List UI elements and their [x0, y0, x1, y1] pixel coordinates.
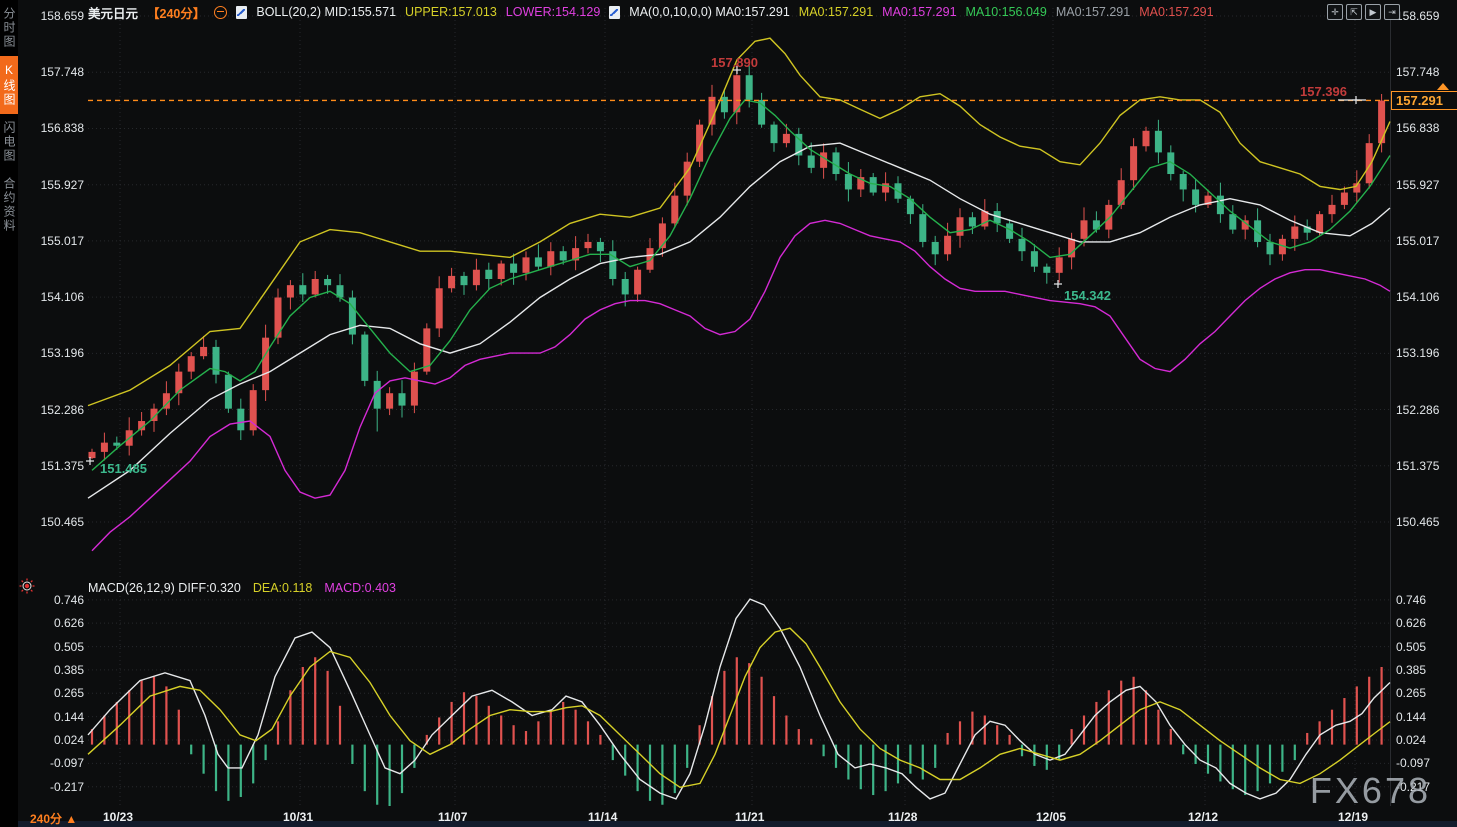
indicator-value-label: MA(0,0,10,0,0) MA0:157.291 [629, 5, 790, 19]
watermark: FX678 [1310, 770, 1431, 812]
price-axis-label: 154.106 [1396, 290, 1439, 304]
macd-axis-label: 0.746 [1396, 593, 1426, 607]
price-annotation: 151.485 [100, 461, 147, 476]
indicator-toolbar: 美元日元【240分】 BOLL(20,2) MID:155.571 UPPER:15… [88, 3, 1214, 21]
chart-application: 分时图K线图闪电图合约资料 美元日元【240分】 BOLL(20,2) MID:1… [0, 0, 1457, 827]
price-axis-label: 150.465 [26, 515, 84, 529]
latest-price-arrow-icon[interactable] [1437, 83, 1449, 90]
price-axis-label: 156.838 [1396, 121, 1439, 135]
indicator-value-label: BOLL(20,2) MID:155.571 [256, 5, 396, 19]
price-axis-label: 155.927 [1396, 178, 1439, 192]
macd-axis-label: 0.505 [26, 640, 84, 654]
interval-selector[interactable]: 240分 ▲ [30, 810, 77, 827]
boll-lower-line [92, 220, 1390, 550]
macd-axis-label: 0.626 [26, 616, 84, 630]
macd-histogram [92, 657, 1382, 808]
indicator-value-label: LOWER:154.129 [506, 5, 601, 19]
macd-axis-label: 0.746 [26, 593, 84, 607]
ma10-line [92, 100, 1390, 471]
ma-indicator-icon[interactable] [609, 6, 620, 19]
price-axis-label: 157.748 [26, 65, 84, 79]
macd-axis-label: 0.265 [26, 686, 84, 700]
price-annotation: 157.890 [711, 55, 758, 70]
price-axis-label: 151.375 [26, 459, 84, 473]
price-axis-label: 153.196 [26, 346, 84, 360]
macd-axis-label: 0.265 [1396, 686, 1426, 700]
macd-axis-label: -0.097 [26, 756, 84, 770]
macd-axis-label: 0.144 [26, 710, 84, 724]
price-axis-label: 154.106 [26, 290, 84, 304]
chart-play-icon[interactable]: ▶ [1365, 4, 1381, 20]
price-axis-label: 151.375 [1396, 459, 1439, 473]
indicator-value-label: MA0:157.291 [799, 5, 873, 19]
macd-axis-label: 0.385 [26, 663, 84, 677]
sidebar-item-1[interactable]: 分时图 [0, 0, 18, 56]
indicator-value-label: 美元日元 [88, 3, 138, 22]
price-axis-label: 155.927 [26, 178, 84, 192]
minus-circle-icon[interactable] [214, 6, 227, 19]
indicator-value-label: 【240分】 [147, 3, 205, 22]
chart-canvas[interactable] [0, 0, 1457, 827]
macd-toolbar: MACD(26,12,9) DIFF:0.320 DEA:0.118 MACD:0.… [88, 581, 396, 595]
price-axis-label: 153.196 [1396, 346, 1439, 360]
sidebar-item-4[interactable]: 合约资料 [0, 170, 18, 240]
indicator-value-label: MA0:157.291 [1139, 5, 1213, 19]
sidebar-item-2[interactable]: K线图 [0, 56, 18, 114]
indicator-value-label: MA10:156.049 [966, 5, 1047, 19]
chart-tools: ✛⇱▶⇥ [1327, 4, 1400, 20]
price-axis-label: 155.017 [26, 234, 84, 248]
candles-series [89, 63, 1386, 460]
macd-axis-label: 0.024 [1396, 733, 1426, 747]
price-axis-label: 156.838 [26, 121, 84, 135]
macd-axis-label: 0.626 [1396, 616, 1426, 630]
macd-value-label: MACD(26,12,9) DIFF:0.320 [88, 581, 241, 595]
macd-value-label: DEA:0.118 [253, 581, 313, 595]
bottom-divider [0, 821, 1457, 827]
price-axis-label: 150.465 [1396, 515, 1439, 529]
price-axis-label: 158.659 [26, 9, 84, 23]
price-axis-label: 158.659 [1396, 9, 1439, 23]
indicator-value-label: MA0:157.291 [1056, 5, 1130, 19]
sidebar-item-3[interactable]: 闪电图 [0, 114, 18, 170]
macd-axis-label: 0.505 [1396, 640, 1426, 654]
chart-scale-icon[interactable]: ⇱ [1346, 4, 1362, 20]
macd-axis-label: 0.024 [26, 733, 84, 747]
macd-axis-label: -0.097 [1396, 756, 1430, 770]
price-axis-label: 152.286 [1396, 403, 1439, 417]
price-axis-label: 152.286 [26, 403, 84, 417]
macd-axis-label: -0.217 [26, 780, 84, 794]
boll-indicator-icon[interactable] [236, 6, 247, 19]
macd-value-label: MACD:0.403 [324, 581, 396, 595]
price-annotation: 154.342 [1064, 288, 1111, 303]
price-axis-label: 157.748 [1396, 65, 1439, 79]
price-annotation: 157.396 [1300, 84, 1347, 99]
chart-type-sidebar: 分时图K线图闪电图合约资料 [0, 0, 18, 827]
macd-axis-label: 0.144 [1396, 710, 1426, 724]
current-price-box[interactable]: 157.291 [1391, 91, 1457, 110]
exit-right-icon[interactable]: ⇥ [1384, 4, 1400, 20]
grid-layout-icon[interactable]: ✛ [1327, 4, 1343, 20]
price-axis-label: 155.017 [1396, 234, 1439, 248]
indicator-value-label: MA0:157.291 [882, 5, 956, 19]
macd-axis-label: 0.385 [1396, 663, 1426, 677]
macd-diff-line [88, 599, 1390, 799]
indicator-value-label: UPPER:157.013 [405, 5, 497, 19]
